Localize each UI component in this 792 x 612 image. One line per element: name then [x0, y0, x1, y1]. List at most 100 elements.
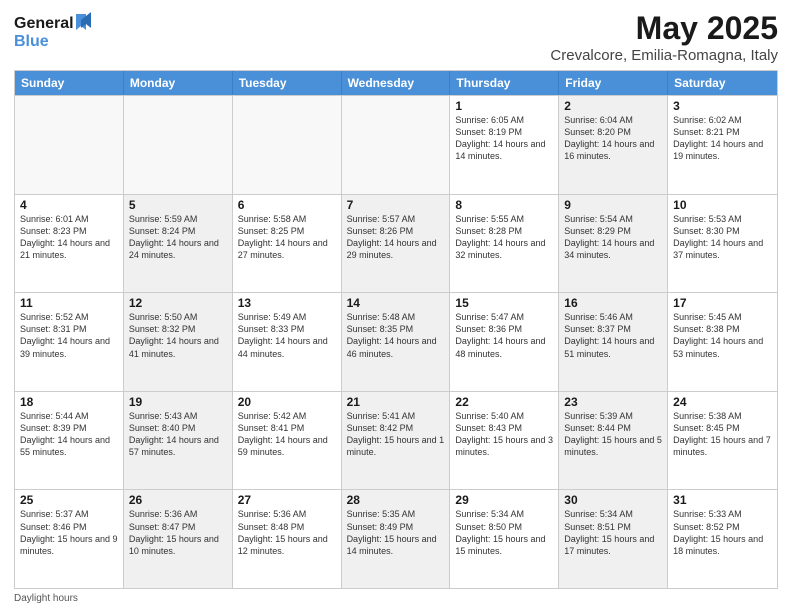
day-number: 9 — [564, 198, 662, 212]
cal-cell-8: 8Sunrise: 5:55 AM Sunset: 8:28 PM Daylig… — [450, 195, 559, 293]
cal-cell-10: 10Sunrise: 5:53 AM Sunset: 8:30 PM Dayli… — [668, 195, 777, 293]
cal-cell-23: 23Sunrise: 5:39 AM Sunset: 8:44 PM Dayli… — [559, 392, 668, 490]
cal-cell-11: 11Sunrise: 5:52 AM Sunset: 8:31 PM Dayli… — [15, 293, 124, 391]
cell-text: Sunrise: 5:37 AM Sunset: 8:46 PM Dayligh… — [20, 508, 118, 557]
cell-text: Sunrise: 5:52 AM Sunset: 8:31 PM Dayligh… — [20, 311, 118, 360]
cal-header-tuesday: Tuesday — [233, 71, 342, 95]
cal-cell-6: 6Sunrise: 5:58 AM Sunset: 8:25 PM Daylig… — [233, 195, 342, 293]
cal-cell-21: 21Sunrise: 5:41 AM Sunset: 8:42 PM Dayli… — [342, 392, 451, 490]
day-number: 17 — [673, 296, 772, 310]
cell-text: Sunrise: 6:02 AM Sunset: 8:21 PM Dayligh… — [673, 114, 772, 163]
cell-text: Sunrise: 5:39 AM Sunset: 8:44 PM Dayligh… — [564, 410, 662, 459]
day-number: 28 — [347, 493, 445, 507]
cal-cell-27: 27Sunrise: 5:36 AM Sunset: 8:48 PM Dayli… — [233, 490, 342, 588]
cal-header-monday: Monday — [124, 71, 233, 95]
cal-row-1: 4Sunrise: 6:01 AM Sunset: 8:23 PM Daylig… — [15, 194, 777, 293]
cell-text: Sunrise: 5:58 AM Sunset: 8:25 PM Dayligh… — [238, 213, 336, 262]
cal-cell-5: 5Sunrise: 5:59 AM Sunset: 8:24 PM Daylig… — [124, 195, 233, 293]
cal-header-sunday: Sunday — [15, 71, 124, 95]
cal-cell-9: 9Sunrise: 5:54 AM Sunset: 8:29 PM Daylig… — [559, 195, 668, 293]
cal-cell-22: 22Sunrise: 5:40 AM Sunset: 8:43 PM Dayli… — [450, 392, 559, 490]
cal-cell-empty-3 — [342, 96, 451, 194]
cell-text: Sunrise: 5:40 AM Sunset: 8:43 PM Dayligh… — [455, 410, 553, 459]
cell-text: Sunrise: 5:46 AM Sunset: 8:37 PM Dayligh… — [564, 311, 662, 360]
cal-cell-19: 19Sunrise: 5:43 AM Sunset: 8:40 PM Dayli… — [124, 392, 233, 490]
day-number: 2 — [564, 99, 662, 113]
cal-cell-29: 29Sunrise: 5:34 AM Sunset: 8:50 PM Dayli… — [450, 490, 559, 588]
cell-text: Sunrise: 5:34 AM Sunset: 8:51 PM Dayligh… — [564, 508, 662, 557]
day-number: 10 — [673, 198, 772, 212]
cell-text: Sunrise: 6:04 AM Sunset: 8:20 PM Dayligh… — [564, 114, 662, 163]
day-number: 26 — [129, 493, 227, 507]
cal-row-4: 25Sunrise: 5:37 AM Sunset: 8:46 PM Dayli… — [15, 489, 777, 588]
day-number: 21 — [347, 395, 445, 409]
cal-cell-empty-2 — [233, 96, 342, 194]
day-number: 5 — [129, 198, 227, 212]
day-number: 18 — [20, 395, 118, 409]
cell-text: Sunrise: 5:53 AM Sunset: 8:30 PM Dayligh… — [673, 213, 772, 262]
title-area: May 2025 Crevalcore, Emilia-Romagna, Ita… — [550, 10, 778, 64]
day-number: 31 — [673, 493, 772, 507]
cell-text: Sunrise: 5:33 AM Sunset: 8:52 PM Dayligh… — [673, 508, 772, 557]
header: General Blue May 2025 Crevalcore, Emilia… — [14, 10, 778, 64]
calendar-header-row: SundayMondayTuesdayWednesdayThursdayFrid… — [15, 71, 777, 95]
svg-text:General: General — [14, 15, 74, 32]
cell-text: Sunrise: 5:55 AM Sunset: 8:28 PM Dayligh… — [455, 213, 553, 262]
day-number: 13 — [238, 296, 336, 310]
cal-header-friday: Friday — [559, 71, 668, 95]
day-number: 8 — [455, 198, 553, 212]
day-number: 15 — [455, 296, 553, 310]
cal-cell-4: 4Sunrise: 6:01 AM Sunset: 8:23 PM Daylig… — [15, 195, 124, 293]
day-number: 1 — [455, 99, 553, 113]
cell-text: Sunrise: 5:57 AM Sunset: 8:26 PM Dayligh… — [347, 213, 445, 262]
cal-cell-13: 13Sunrise: 5:49 AM Sunset: 8:33 PM Dayli… — [233, 293, 342, 391]
logo: General Blue — [14, 10, 104, 57]
day-number: 25 — [20, 493, 118, 507]
footer-note: Daylight hours — [14, 593, 778, 604]
cal-row-3: 18Sunrise: 5:44 AM Sunset: 8:39 PM Dayli… — [15, 391, 777, 490]
cell-text: Sunrise: 5:50 AM Sunset: 8:32 PM Dayligh… — [129, 311, 227, 360]
cal-cell-17: 17Sunrise: 5:45 AM Sunset: 8:38 PM Dayli… — [668, 293, 777, 391]
cal-header-wednesday: Wednesday — [342, 71, 451, 95]
cal-row-2: 11Sunrise: 5:52 AM Sunset: 8:31 PM Dayli… — [15, 292, 777, 391]
cal-cell-28: 28Sunrise: 5:35 AM Sunset: 8:49 PM Dayli… — [342, 490, 451, 588]
day-number: 29 — [455, 493, 553, 507]
day-number: 30 — [564, 493, 662, 507]
cal-cell-31: 31Sunrise: 5:33 AM Sunset: 8:52 PM Dayli… — [668, 490, 777, 588]
day-number: 16 — [564, 296, 662, 310]
cal-cell-18: 18Sunrise: 5:44 AM Sunset: 8:39 PM Dayli… — [15, 392, 124, 490]
day-number: 27 — [238, 493, 336, 507]
cal-cell-15: 15Sunrise: 5:47 AM Sunset: 8:36 PM Dayli… — [450, 293, 559, 391]
cal-cell-empty-1 — [124, 96, 233, 194]
cal-cell-empty-0 — [15, 96, 124, 194]
cal-cell-14: 14Sunrise: 5:48 AM Sunset: 8:35 PM Dayli… — [342, 293, 451, 391]
svg-text:Blue: Blue — [14, 33, 49, 50]
calendar: SundayMondayTuesdayWednesdayThursdayFrid… — [14, 70, 778, 589]
subtitle: Crevalcore, Emilia-Romagna, Italy — [550, 47, 778, 64]
cal-cell-25: 25Sunrise: 5:37 AM Sunset: 8:46 PM Dayli… — [15, 490, 124, 588]
cell-text: Sunrise: 5:59 AM Sunset: 8:24 PM Dayligh… — [129, 213, 227, 262]
cell-text: Sunrise: 5:38 AM Sunset: 8:45 PM Dayligh… — [673, 410, 772, 459]
day-number: 6 — [238, 198, 336, 212]
day-number: 14 — [347, 296, 445, 310]
cal-cell-20: 20Sunrise: 5:42 AM Sunset: 8:41 PM Dayli… — [233, 392, 342, 490]
cell-text: Sunrise: 5:48 AM Sunset: 8:35 PM Dayligh… — [347, 311, 445, 360]
day-number: 19 — [129, 395, 227, 409]
calendar-body: 1Sunrise: 6:05 AM Sunset: 8:19 PM Daylig… — [15, 95, 777, 588]
logo-area: General Blue — [14, 10, 104, 57]
day-number: 7 — [347, 198, 445, 212]
cell-text: Sunrise: 5:43 AM Sunset: 8:40 PM Dayligh… — [129, 410, 227, 459]
cal-cell-2: 2Sunrise: 6:04 AM Sunset: 8:20 PM Daylig… — [559, 96, 668, 194]
day-number: 12 — [129, 296, 227, 310]
cell-text: Sunrise: 5:36 AM Sunset: 8:47 PM Dayligh… — [129, 508, 227, 557]
cell-text: Sunrise: 5:42 AM Sunset: 8:41 PM Dayligh… — [238, 410, 336, 459]
cell-text: Sunrise: 5:41 AM Sunset: 8:42 PM Dayligh… — [347, 410, 445, 459]
cal-cell-30: 30Sunrise: 5:34 AM Sunset: 8:51 PM Dayli… — [559, 490, 668, 588]
cal-cell-7: 7Sunrise: 5:57 AM Sunset: 8:26 PM Daylig… — [342, 195, 451, 293]
cal-cell-1: 1Sunrise: 6:05 AM Sunset: 8:19 PM Daylig… — [450, 96, 559, 194]
cell-text: Sunrise: 5:36 AM Sunset: 8:48 PM Dayligh… — [238, 508, 336, 557]
day-number: 22 — [455, 395, 553, 409]
cal-row-0: 1Sunrise: 6:05 AM Sunset: 8:19 PM Daylig… — [15, 95, 777, 194]
cell-text: Sunrise: 5:49 AM Sunset: 8:33 PM Dayligh… — [238, 311, 336, 360]
page: General Blue May 2025 Crevalcore, Emilia… — [0, 0, 792, 612]
